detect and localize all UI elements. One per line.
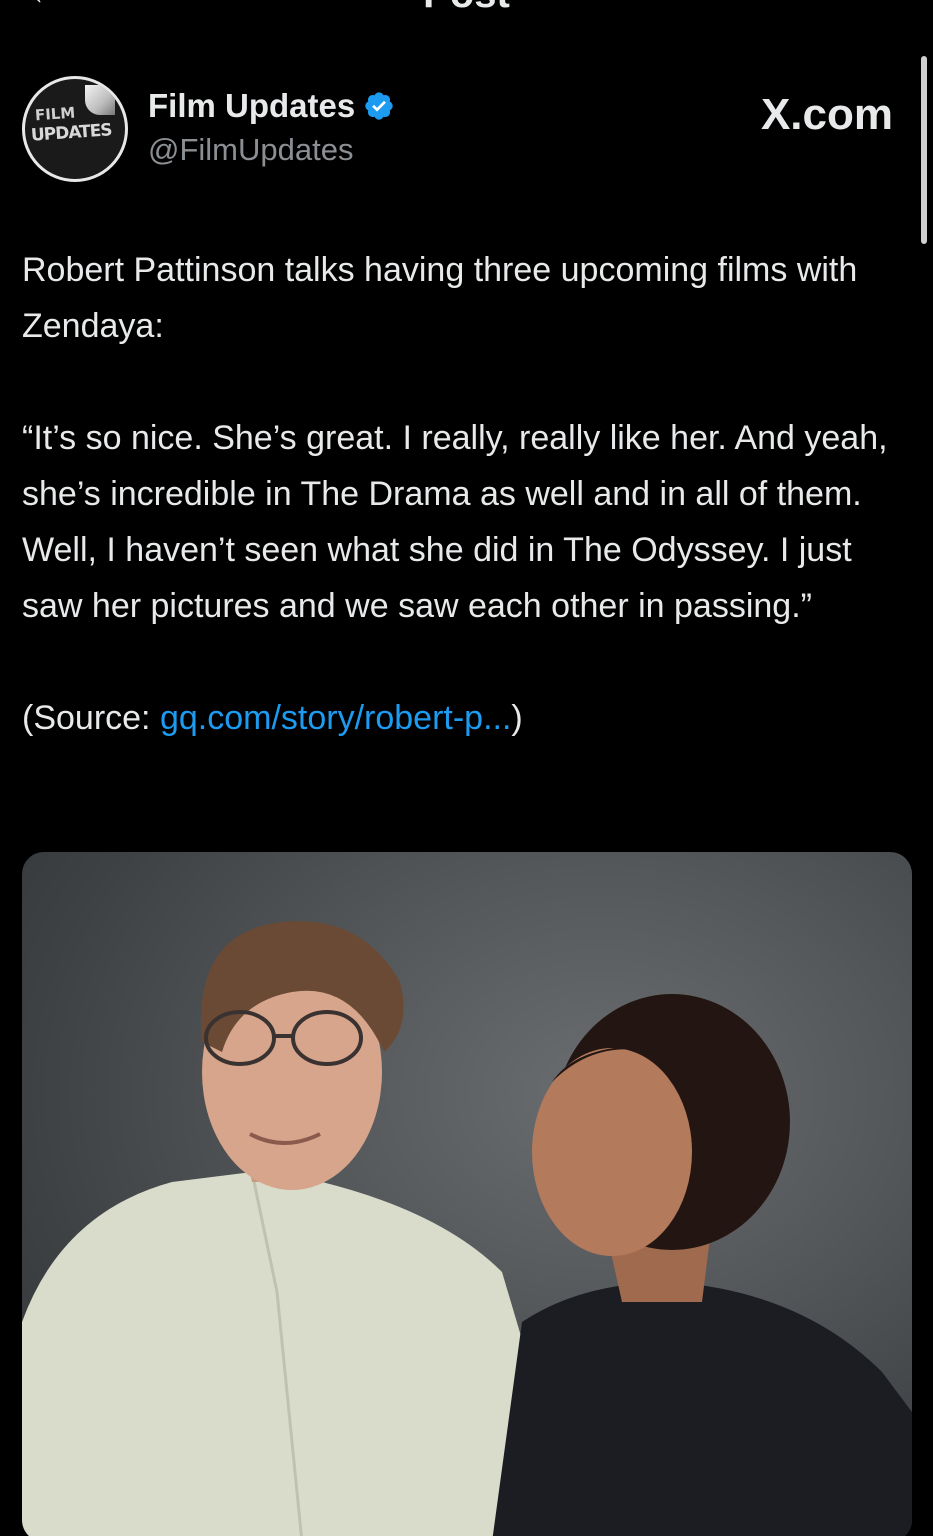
scrollbar[interactable] <box>921 56 927 244</box>
avatar[interactable]: FILM UPDATES <box>22 76 128 182</box>
post-photo[interactable] <box>22 852 912 1536</box>
brand-watermark: X.com <box>760 90 893 139</box>
verified-badge-icon <box>365 92 393 120</box>
author-handle[interactable]: @FilmUpdates <box>148 130 353 170</box>
post-intro: Robert Pattinson talks having three upco… <box>22 251 858 345</box>
source-link[interactable]: gq.com/story/robert-p... <box>160 699 511 737</box>
page-title: Post <box>0 0 933 14</box>
avatar-logo-text-bottom: UPDATES <box>30 120 113 146</box>
post-text: Robert Pattinson talks having three upco… <box>22 242 902 746</box>
post-page: ← Post FILM UPDATES Film Updates @FilmUp… <box>0 0 933 1536</box>
avatar-page-curl <box>85 85 115 115</box>
post-source: (Source: gq.com/story/robert-p...) <box>22 690 902 746</box>
top-bar: ← Post <box>0 0 933 24</box>
author-name[interactable]: Film Updates <box>148 86 395 126</box>
post-quote: “It’s so nice. She’s great. I really, re… <box>22 419 888 625</box>
source-suffix: ) <box>511 699 523 737</box>
photo-illustration <box>22 921 912 1536</box>
source-prefix: (Source: <box>22 699 160 737</box>
avatar-logo-text-top: FILM <box>34 103 76 125</box>
author-display-name[interactable]: Film Updates <box>148 86 355 126</box>
